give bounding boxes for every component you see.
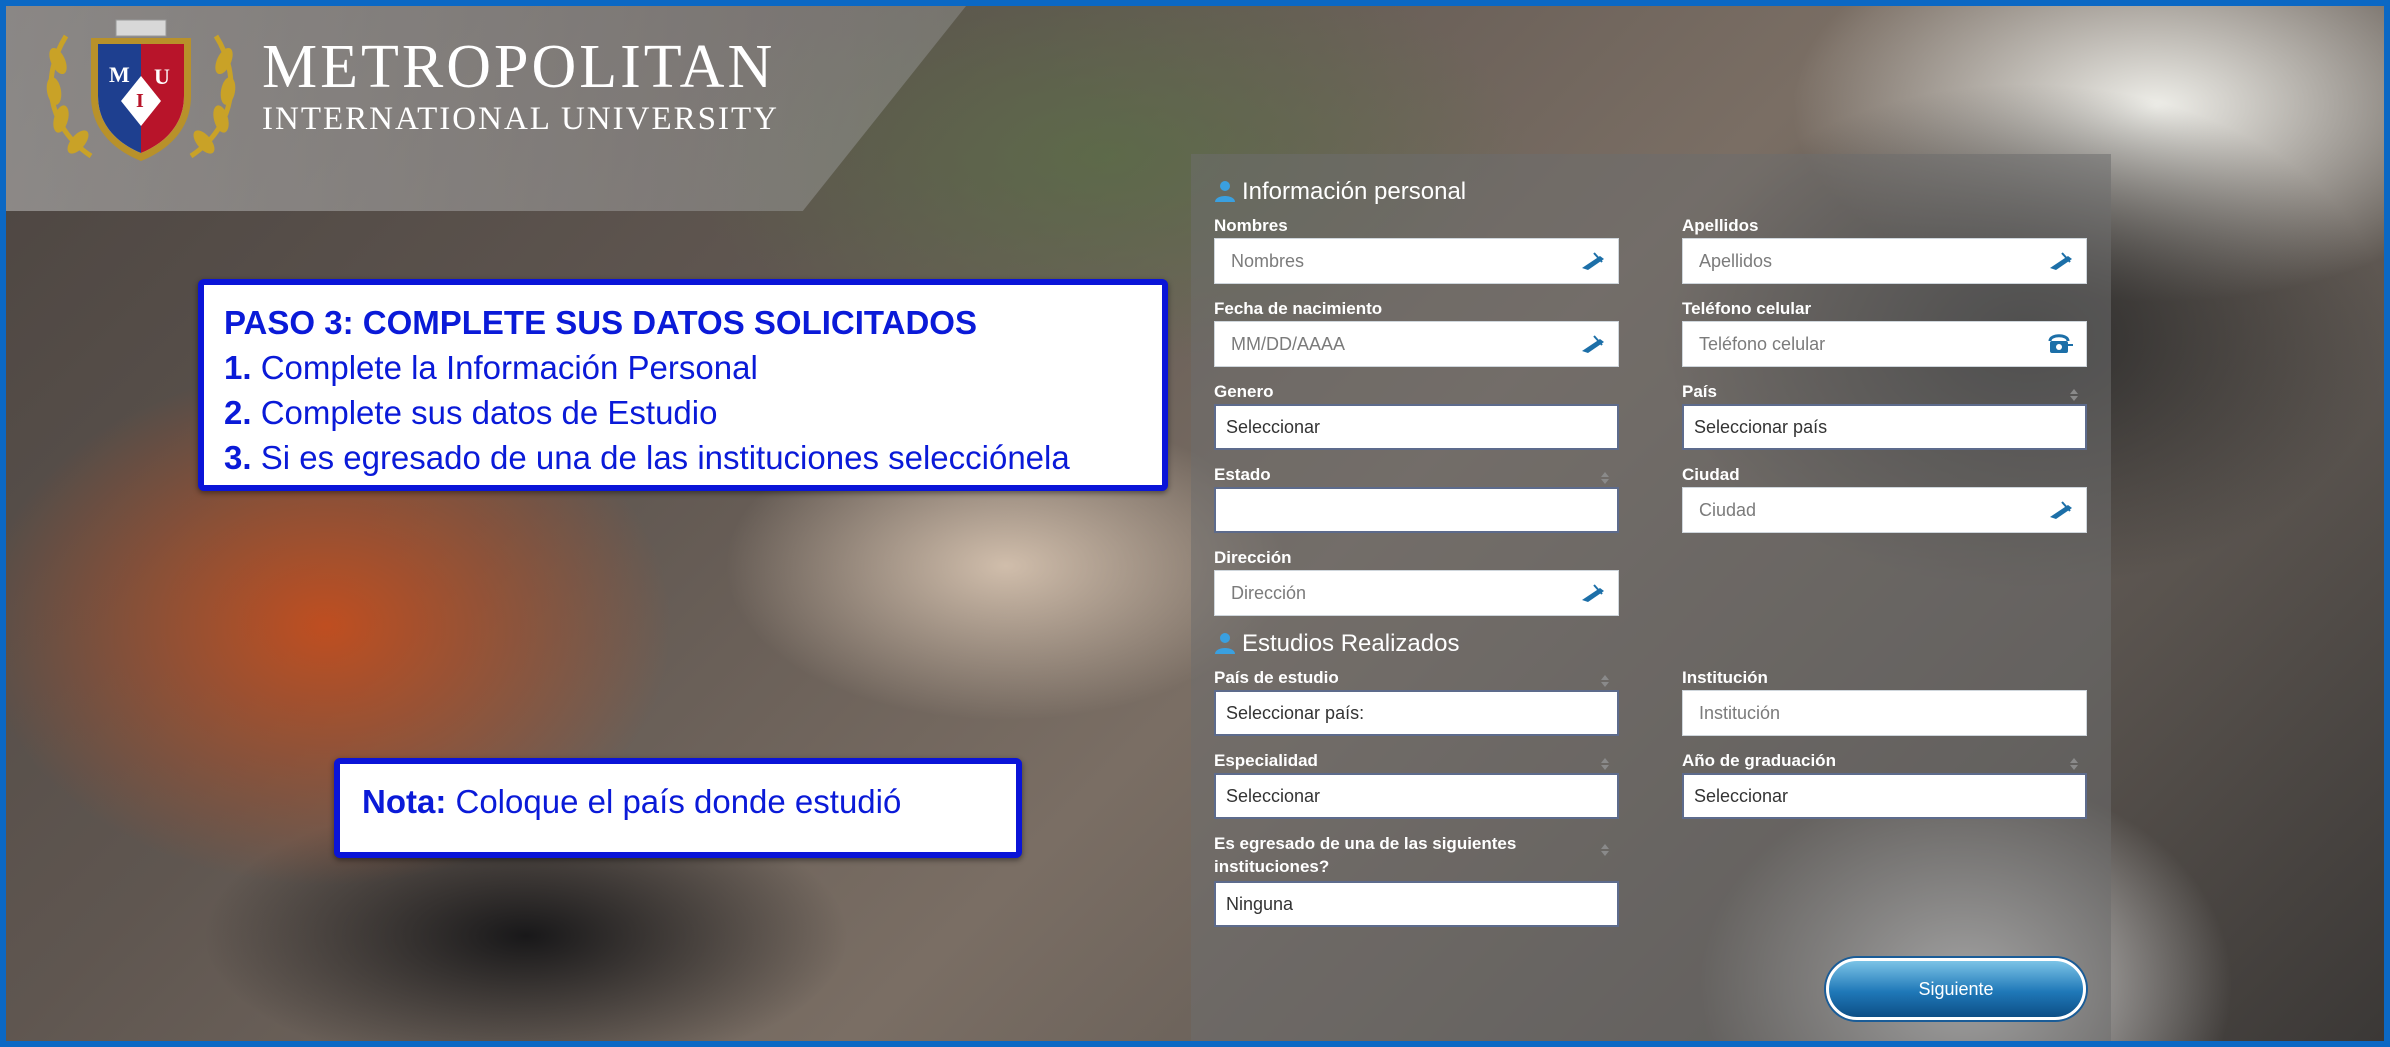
instructions-box: PASO 3: COMPLETE SUS DATOS SOLICITADOS 1… bbox=[198, 279, 1168, 491]
section-title-text: Información personal bbox=[1242, 178, 1467, 205]
page-frame: M I U METROPOLITAN INTERNATIONAL UNIVERS… bbox=[0, 0, 2390, 1047]
studies-section-title: Estudios Realizados bbox=[1214, 630, 1459, 658]
person-icon bbox=[1215, 633, 1235, 654]
person-icon bbox=[1215, 181, 1235, 202]
step-number: 1. bbox=[224, 349, 252, 386]
anio-graduacion-select[interactable]: Seleccionar bbox=[1682, 773, 2087, 819]
egresado-label-line2: instituciones? bbox=[1214, 857, 1330, 876]
crest-letter-i: I bbox=[136, 90, 144, 112]
apellidos-label: Apellidos bbox=[1682, 216, 1759, 235]
pais-estudio-value: Seleccionar país: bbox=[1226, 702, 1365, 723]
genero-label: Genero bbox=[1214, 382, 1274, 401]
step-text: Si es egresado de una de las institucion… bbox=[260, 439, 1070, 476]
institucion-input[interactable]: Institución bbox=[1682, 690, 2087, 736]
step-2: 2. Complete sus datos de Estudio bbox=[224, 390, 1142, 435]
step-3: 3. Si es egresado de una de las instituc… bbox=[224, 435, 1142, 480]
fecha-nacimiento-input[interactable]: MM/DD/AAAA bbox=[1214, 321, 1619, 367]
next-button-label: Siguiente bbox=[1918, 978, 1994, 999]
step-1: 1. Complete la Información Personal bbox=[224, 345, 1142, 390]
pen-icon bbox=[1582, 335, 1604, 353]
ciudad-input[interactable]: Ciudad bbox=[1682, 487, 2087, 533]
step-text: Complete la Información Personal bbox=[260, 349, 758, 386]
fecha-placeholder: MM/DD/AAAA bbox=[1231, 333, 1346, 354]
pais-value: Seleccionar país bbox=[1694, 416, 1828, 437]
estado-label: Estado bbox=[1214, 465, 1271, 484]
telefono-input[interactable]: Teléfono celular bbox=[1682, 321, 2087, 367]
nombres-label: Nombres bbox=[1214, 216, 1288, 235]
pen-icon bbox=[2050, 501, 2072, 519]
nombres-placeholder: Nombres bbox=[1231, 250, 1305, 271]
institucion-placeholder: Institución bbox=[1699, 702, 1781, 723]
egresado-value: Ninguna bbox=[1226, 893, 1294, 914]
pais-estudio-label: País de estudio bbox=[1214, 668, 1339, 687]
university-name: METROPOLITAN bbox=[262, 33, 776, 101]
apellidos-input[interactable]: Apellidos bbox=[1682, 238, 2087, 284]
telefono-label: Teléfono celular bbox=[1682, 299, 1812, 318]
especialidad-select[interactable]: Seleccionar bbox=[1214, 773, 1619, 819]
egresado-label-line1: Es egresado de una de las siguientes bbox=[1214, 834, 1517, 853]
pen-icon bbox=[1582, 584, 1604, 602]
especialidad-value: Seleccionar bbox=[1226, 785, 1321, 806]
anio-graduacion-label: Año de graduación bbox=[1682, 751, 1836, 770]
anio-value: Seleccionar bbox=[1694, 785, 1789, 806]
ciudad-label: Ciudad bbox=[1682, 465, 1740, 484]
phone-icon bbox=[2048, 334, 2073, 353]
pen-icon bbox=[2050, 252, 2072, 270]
step-number: 2. bbox=[224, 394, 252, 431]
direccion-input[interactable]: Dirección bbox=[1214, 570, 1619, 616]
step-number: 3. bbox=[224, 439, 252, 476]
note-label: Nota: bbox=[362, 783, 447, 820]
ciudad-placeholder: Ciudad bbox=[1699, 499, 1757, 520]
sort-icon bbox=[1601, 758, 1609, 770]
pais-estudio-select[interactable]: Seleccionar país: bbox=[1214, 690, 1619, 736]
note-text: Coloque el país donde estudió bbox=[455, 783, 902, 820]
crest-letter-m: M bbox=[109, 62, 130, 87]
pais-select[interactable]: Seleccionar país bbox=[1682, 404, 2087, 450]
genero-value: Seleccionar bbox=[1226, 416, 1321, 437]
section-title-text: Estudios Realizados bbox=[1242, 630, 1460, 657]
sort-icon bbox=[1601, 844, 1609, 856]
pais-label: País bbox=[1682, 382, 1717, 401]
sort-icon bbox=[1601, 472, 1609, 484]
direccion-label: Dirección bbox=[1214, 548, 1292, 567]
telefono-placeholder: Teléfono celular bbox=[1699, 333, 1826, 354]
next-button[interactable]: Siguiente bbox=[1826, 958, 2086, 1020]
step-text: Complete sus datos de Estudio bbox=[260, 394, 718, 431]
fecha-nacimiento-label: Fecha de nacimiento bbox=[1214, 299, 1383, 318]
estado-select[interactable] bbox=[1214, 487, 1619, 533]
apellidos-placeholder: Apellidos bbox=[1699, 250, 1773, 271]
pen-icon bbox=[1582, 252, 1604, 270]
personal-info-section-title: Información personal bbox=[1214, 178, 1466, 206]
egresado-select[interactable]: Ninguna bbox=[1214, 881, 1619, 927]
sort-icon bbox=[2070, 758, 2078, 770]
genero-select[interactable]: Seleccionar bbox=[1214, 404, 1619, 450]
sort-icon bbox=[1601, 675, 1609, 687]
instructions-title: PASO 3: COMPLETE SUS DATOS SOLICITADOS bbox=[224, 304, 977, 341]
institucion-label: Institución bbox=[1682, 668, 1768, 687]
especialidad-label: Especialidad bbox=[1214, 751, 1318, 770]
note-box: Nota: Coloque el país donde estudió bbox=[334, 758, 1022, 858]
direccion-placeholder: Dirección bbox=[1231, 582, 1307, 603]
crest-letter-u: U bbox=[154, 64, 170, 89]
sort-icon bbox=[2070, 389, 2078, 401]
nombres-input[interactable]: Nombres bbox=[1214, 238, 1619, 284]
university-subname: INTERNATIONAL UNIVERSITY bbox=[262, 101, 779, 137]
note-line: Nota: Coloque el país donde estudió bbox=[362, 778, 994, 826]
